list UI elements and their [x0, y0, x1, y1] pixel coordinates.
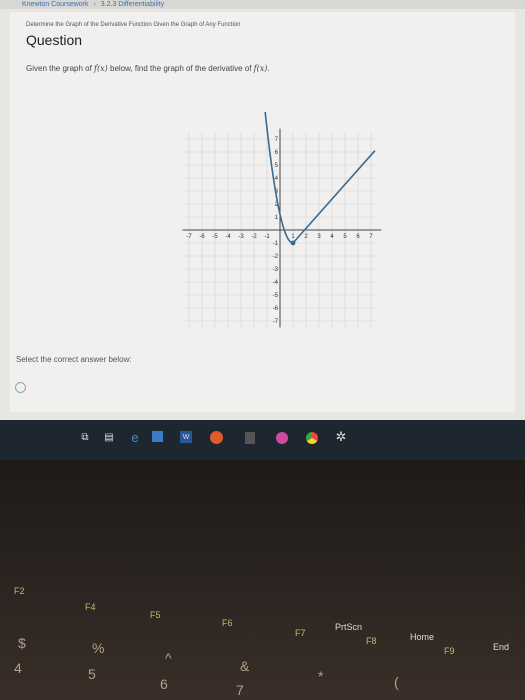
- key-f8-label: F8: [366, 636, 377, 646]
- fx-math: f(x): [94, 64, 108, 73]
- itunes-icon[interactable]: [276, 432, 288, 444]
- browser-screen: Knewton Coursework › 3.2.3 Differentiabi…: [0, 0, 525, 420]
- curve-right-branch: [292, 150, 376, 244]
- y-tick-label: 4: [275, 176, 279, 182]
- y-tick-label: 6: [275, 150, 279, 156]
- key-home[interactable]: Home: [410, 632, 434, 642]
- word-icon[interactable]: W: [180, 431, 192, 443]
- chrome-icon[interactable]: [306, 432, 318, 444]
- x-tick-label: 3: [317, 234, 321, 240]
- x-tick-label: 7: [369, 234, 373, 240]
- key-6[interactable]: 6: [160, 676, 168, 692]
- vertex-point: [290, 240, 296, 246]
- x-tick-label: -2: [251, 234, 257, 240]
- y-tick-label: 5: [275, 163, 279, 169]
- key-f2-label: F2: [14, 586, 25, 596]
- y-tick-label: -4: [273, 280, 279, 286]
- x-tick-label: -6: [199, 234, 205, 240]
- breadcrumb-separator: ›: [93, 1, 96, 8]
- breadcrumb-course[interactable]: Knewton Coursework: [22, 1, 89, 8]
- x-tick-label: 5: [343, 234, 347, 240]
- store-icon[interactable]: [152, 431, 163, 442]
- laptop-keyboard: F2 F4 F5 F6 F7 F8 F9 PrtScn Home End $ 4…: [0, 460, 525, 700]
- key-f6-label: F6: [222, 618, 233, 628]
- key-f9-label: F9: [444, 646, 455, 656]
- graph-axes: [182, 128, 382, 328]
- file-explorer-icon[interactable]: ▤: [102, 430, 116, 444]
- y-tick-label: 7: [275, 137, 279, 143]
- key-percent[interactable]: %: [92, 640, 104, 656]
- y-tick-label: -3: [273, 267, 279, 273]
- x-tick-label: 1: [291, 234, 295, 240]
- curve-left-branch: [264, 112, 293, 244]
- prompt-end: .: [267, 64, 270, 73]
- key-dollar[interactable]: $: [18, 635, 26, 651]
- question-subtitle: Determine the Graph of the Derivative Fu…: [26, 22, 241, 28]
- key-7[interactable]: 7: [236, 682, 244, 698]
- key-caret[interactable]: ^: [165, 650, 172, 666]
- key-f4-label: F4: [85, 602, 96, 612]
- prompt-middle: below, find the graph of the derivative …: [107, 64, 254, 73]
- y-tick-label: -6: [273, 306, 279, 312]
- task-view-icon[interactable]: ⧉: [78, 430, 92, 444]
- answer-radio[interactable]: [15, 382, 26, 393]
- calculator-icon[interactable]: [245, 432, 255, 444]
- breadcrumb-section[interactable]: 3.2.3 Differentiability: [101, 1, 164, 8]
- key-5[interactable]: 5: [88, 666, 96, 682]
- function-graph: -7 -6 -5 -4 -3 -2 -1 1 2 3 4 5 6 77654321-1-2-3-4-5-6…: [182, 112, 382, 328]
- x-tick-label: -1: [264, 234, 270, 240]
- x-tick-label: 4: [330, 234, 334, 240]
- question-prompt: Given the graph of f(x) below, find the …: [26, 64, 270, 73]
- x-tick-label: -7: [186, 234, 192, 240]
- prompt-before: Given the graph of: [26, 64, 95, 73]
- x-tick-label: 2: [304, 234, 308, 240]
- y-tick-label: -7: [273, 319, 279, 325]
- key-amp[interactable]: &: [240, 658, 249, 674]
- edge-icon[interactable]: e: [128, 430, 142, 445]
- y-tick-label: -5: [273, 293, 279, 299]
- x-tick-label: 6: [356, 234, 360, 240]
- question-panel: Determine the Graph of the Derivative Fu…: [10, 12, 515, 412]
- y-tick-label: -2: [273, 254, 279, 260]
- question-title: Question: [26, 32, 83, 48]
- key-4[interactable]: 4: [14, 660, 22, 676]
- x-tick-label: -5: [212, 234, 218, 240]
- function-curve: [264, 112, 376, 246]
- x-tick-label: -3: [238, 234, 244, 240]
- key-star[interactable]: *: [318, 668, 323, 684]
- breadcrumb: Knewton Coursework › 3.2.3 Differentiabi…: [0, 0, 525, 9]
- key-f5-label: F5: [150, 610, 161, 620]
- app-icon[interactable]: [210, 431, 223, 444]
- fx-math-2: f(x): [253, 64, 268, 73]
- settings-icon[interactable]: ✲: [334, 429, 348, 444]
- y-tick-label: -1: [273, 241, 279, 247]
- y-tick-label: 1: [275, 215, 279, 221]
- x-tick-label: -4: [225, 234, 231, 240]
- key-paren[interactable]: (: [394, 674, 399, 690]
- select-answer-label: Select the correct answer below:: [16, 355, 132, 364]
- key-prtscn[interactable]: PrtScn: [335, 622, 362, 632]
- key-f7-label: F7: [295, 628, 306, 638]
- key-end[interactable]: End: [493, 642, 509, 652]
